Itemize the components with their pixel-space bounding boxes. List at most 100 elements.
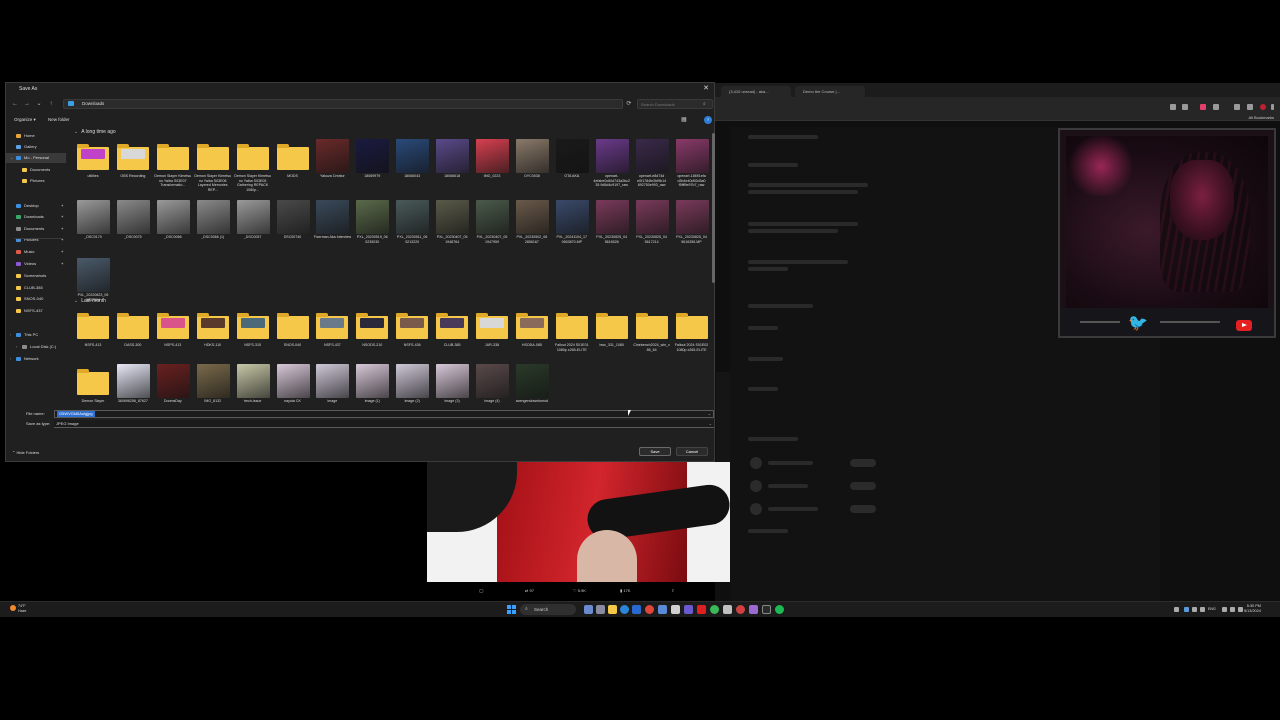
- folder-item[interactable]: OBS Recording: [114, 139, 152, 199]
- chrome-icon[interactable]: [645, 605, 654, 614]
- tweet-media-image[interactable]: [427, 462, 730, 582]
- chevron-right-icon[interactable]: ›: [10, 354, 11, 364]
- sidebar-item-screenshots[interactable]: Screenshots: [6, 271, 66, 281]
- follow-button[interactable]: [850, 459, 876, 467]
- sidebar-item-downloads[interactable]: Downloads ✦: [6, 212, 66, 222]
- chevron-right-icon[interactable]: ›: [10, 330, 11, 340]
- sidebar-item-local-disk-c[interactable]: Local Disk (C:) ›: [6, 342, 66, 352]
- sidebar-item-music[interactable]: Music ✦: [6, 247, 66, 257]
- close-icon[interactable]: ✕: [701, 83, 711, 95]
- widgets-icon[interactable]: [596, 605, 605, 614]
- folder-item[interactable]: NSFS-413: [74, 308, 112, 368]
- volume-icon[interactable]: [1230, 607, 1235, 612]
- forward-icon[interactable]: →: [22, 99, 32, 109]
- folder-item[interactable]: NSPS-413: [154, 308, 192, 368]
- refresh-icon[interactable]: ⟳: [624, 99, 634, 109]
- folder-item[interactable]: utilities: [74, 139, 112, 199]
- folder-item[interactable]: NSODS-210: [353, 308, 391, 368]
- folder-item[interactable]: Cinebench2024_win_x86_64: [633, 308, 671, 368]
- search-input[interactable]: [637, 99, 713, 109]
- file-item[interactable]: PXL_20230407_05 1947959: [473, 200, 511, 260]
- network-icon[interactable]: [1192, 607, 1197, 612]
- file-item[interactable]: PXL_20230502_06 2856167: [513, 200, 551, 260]
- file-item[interactable]: GTA AKA: [553, 139, 591, 199]
- sidebar-item-pictures[interactable]: Pictures: [6, 176, 66, 186]
- windows-start-icon[interactable]: [507, 605, 516, 614]
- reply-icon[interactable]: ◯: [479, 586, 483, 596]
- hide-folders-button[interactable]: ⌃ Hide Folders: [12, 450, 39, 455]
- sidebar-item-pictures-quick[interactable]: Pictures ✦: [6, 235, 66, 245]
- organize-button[interactable]: Organize ▾: [14, 116, 36, 124]
- repost-button[interactable]: ⇄ 97: [525, 586, 534, 596]
- share-icon[interactable]: ⇪: [671, 586, 674, 596]
- onedrive-icon[interactable]: [1184, 607, 1189, 612]
- file-item[interactable]: DSC00740: [274, 200, 312, 260]
- wifi-icon[interactable]: [1222, 607, 1227, 612]
- folder-item[interactable]: Demon Slayer: [74, 364, 112, 403]
- sidebar-item-videos[interactable]: Videos ✦: [6, 259, 66, 269]
- app-tray-icon[interactable]: [1200, 607, 1205, 612]
- file-item[interactable]: avengendowntomod: [513, 364, 551, 403]
- file-item[interactable]: PXL_20230511_06 0213220: [393, 200, 431, 260]
- whatsapp-icon[interactable]: [710, 605, 719, 614]
- terminal-icon[interactable]: [762, 605, 771, 614]
- group-header[interactable]: ⌄ A long time ago: [74, 129, 116, 135]
- new-folder-button[interactable]: New folder: [48, 116, 70, 124]
- folder-item[interactable]: HSODA-085: [513, 308, 551, 368]
- back-icon[interactable]: ←: [10, 99, 20, 109]
- chevron-down-icon[interactable]: ⌄: [34, 99, 44, 109]
- file-item[interactable]: 18066618: [433, 139, 471, 199]
- file-item[interactable]: PXL_20241104_17 0653870.MP: [553, 200, 591, 260]
- file-item[interactable]: _DSC0170: [74, 200, 112, 260]
- folder-item[interactable]: MODS: [274, 139, 312, 199]
- file-item[interactable]: openart-18691efa d3b4e40d92d3a0 f5fff9e9…: [673, 139, 711, 199]
- file-item[interactable]: 18069979: [353, 139, 391, 199]
- task-view-icon[interactable]: [584, 605, 593, 614]
- chevron-down-icon[interactable]: ⌄: [74, 298, 78, 304]
- save-as-type-select[interactable]: JPEG Image ⌄: [54, 420, 714, 428]
- download-icon[interactable]: [1234, 104, 1240, 110]
- file-item[interactable]: image: [313, 364, 351, 403]
- folder-item[interactable]: SNOS-040: [274, 308, 312, 368]
- folder-item[interactable]: HDKS-110: [194, 308, 232, 368]
- follow-button[interactable]: [850, 482, 876, 490]
- chevron-down-icon[interactable]: ⌄: [708, 411, 711, 417]
- chevron-up-icon[interactable]: [1174, 607, 1179, 612]
- extensions-icon[interactable]: [1213, 104, 1219, 110]
- folder-item[interactable]: NSFS-315: [234, 308, 272, 368]
- sidebar-item-personal-onedrive[interactable]: Mo - Personal ⌄: [6, 153, 66, 163]
- file-item[interactable]: PXL_20230825_04 5616528: [593, 200, 631, 260]
- sidebar-item-club-385[interactable]: CLUB-385: [6, 283, 66, 293]
- file-explorer-icon[interactable]: [608, 605, 617, 614]
- sidebar-item-documents[interactable]: Documents: [6, 165, 66, 175]
- folder-item[interactable]: Demon Slayer Kimetsu no Yaiba S03E05 Gat…: [234, 139, 272, 199]
- avatar[interactable]: [1260, 104, 1266, 110]
- youtube-app-icon[interactable]: [697, 605, 706, 614]
- sidebar-item-gallery[interactable]: Gallery: [6, 142, 66, 152]
- view-options-icon[interactable]: ▦: [681, 116, 693, 124]
- menu-icon[interactable]: [1271, 104, 1274, 110]
- vertical-scrollbar[interactable]: [712, 128, 715, 398]
- file-item[interactable]: _DSC0066 (1): [194, 200, 232, 260]
- sidebar-item-home[interactable]: Home: [6, 131, 66, 141]
- up-icon[interactable]: ↑: [46, 99, 56, 109]
- sidebar-item-documents-quick[interactable]: Documents ✦: [6, 224, 66, 234]
- file-item[interactable]: image (3): [433, 364, 471, 403]
- file-item[interactable]: image (2): [393, 364, 431, 403]
- chevron-down-icon[interactable]: ⌄: [10, 153, 13, 163]
- language-indicator[interactable]: ENG: [1208, 607, 1216, 611]
- file-item[interactable]: image (1): [353, 364, 391, 403]
- file-item[interactable]: trech-issue: [234, 364, 272, 403]
- file-item[interactable]: OYC0538: [513, 139, 551, 199]
- folder-item[interactable]: Fallout 2024 S01E02 1080p x265-ELITE: [673, 308, 711, 368]
- photos-icon[interactable]: [658, 605, 667, 614]
- file-item[interactable]: PXL_20230407_05 1948764: [433, 200, 471, 260]
- all-bookmarks-link[interactable]: All Bookmarks: [1248, 115, 1274, 120]
- file-item[interactable]: PXL_20230519_06 0235030: [353, 200, 391, 260]
- group-header[interactable]: ⌄ Last month: [74, 298, 106, 304]
- chevron-down-icon[interactable]: ⌄: [74, 129, 78, 135]
- file-item[interactable]: _DSC0075: [114, 200, 152, 260]
- browser-tab[interactable]: (3,410 unread) - aka...: [721, 86, 791, 97]
- file-item[interactable]: PXL_20230825_04 5616356.MP: [673, 200, 711, 260]
- file-item[interactable]: image (4): [473, 364, 511, 403]
